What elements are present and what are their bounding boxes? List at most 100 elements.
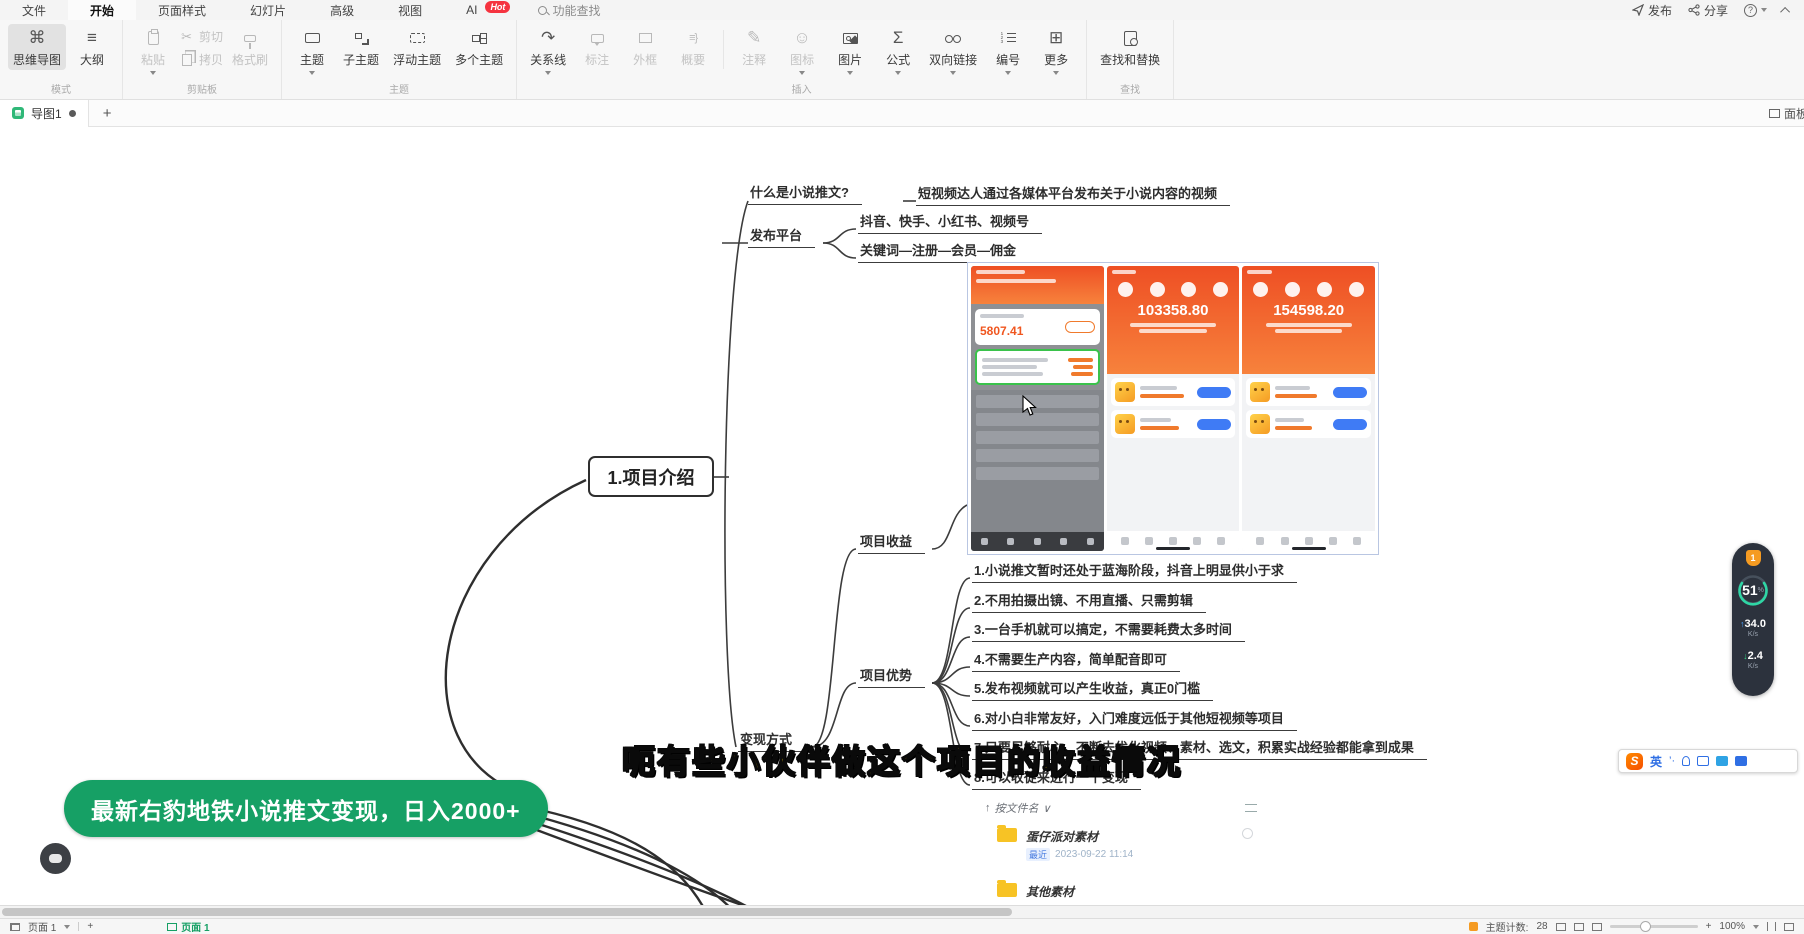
zoom-in-button[interactable]: + [1706,921,1712,932]
node-keyword-flow[interactable]: 关键词—注册—会员—佣金 [858,240,1029,263]
floating-assistant-button[interactable] [40,843,71,874]
ime-language-toggle[interactable]: 英 [1650,753,1662,770]
floating-topic-button[interactable]: 浮动主题 [388,24,446,70]
zoom-knob[interactable] [1640,921,1651,932]
node-publish-platform[interactable]: 发布平台 [748,225,815,248]
more-button[interactable]: ⊞ 更多 [1034,24,1078,77]
phone-middle-balance: 103358.80 [1112,299,1235,321]
node-platform-list[interactable]: 抖音、快手、小红书、视频号 [858,211,1042,234]
menu-slides[interactable]: 幻灯片 [228,0,308,20]
ime-toolbox-icon[interactable] [1735,756,1747,766]
active-page-tab[interactable]: 页面 1 [167,919,209,934]
ime-punctuation-toggle[interactable]: ’· [1669,755,1675,767]
note-button[interactable]: ✎ 注释 [732,24,776,70]
zoom-level[interactable]: 100% [1719,921,1745,932]
mindmap-canvas[interactable]: 1.项目介绍 最新右豹地铁小说推文变现，日入2000+ 什么是小说推文? 短视频… [0,127,1804,905]
page-panel-icon[interactable] [10,923,20,931]
page-caret-icon[interactable] [64,925,70,929]
paper-plane-icon [1632,4,1644,16]
icon-button[interactable]: ☺ 图标 [780,24,824,77]
relation-line-button[interactable]: ↷ 关系线 [525,24,571,77]
callout-button[interactable]: 标注 [575,24,619,70]
numbering-button[interactable]: 编号 [986,24,1030,77]
summary-button[interactable]: ≡} 概要 [671,24,715,70]
ime-keyboard-icon[interactable] [1697,756,1709,766]
group-mode: ⌘ 思维导图 ≡ 大纲 模式 [0,20,123,99]
advantage-item[interactable]: 1.小说推文暂时还处于蓝海阶段，抖音上明显供小于求 [972,560,1297,583]
node-project-intro[interactable]: 1.项目介绍 [588,456,714,497]
ime-toolbar[interactable]: S 英 ’· [1618,749,1798,773]
node-what-is[interactable]: 什么是小说推文? [748,182,862,205]
page-dropdown[interactable]: 页面 1 [28,919,56,934]
ime-mic-icon[interactable] [1682,756,1690,766]
cut-button[interactable]: ✂ 剪切 [179,28,223,45]
menu-home[interactable]: 开始 [68,0,136,20]
sheet-tab-map1[interactable]: 导图1 [0,100,89,127]
mascot-image [1250,414,1270,434]
outline-view-icon[interactable] [1556,923,1566,931]
advantage-item[interactable]: 4.不需要生产内容，简单配音即可 [972,649,1180,672]
mascot-image [1115,414,1135,434]
scrollbar-thumb[interactable] [2,908,1012,916]
advantage-item[interactable]: 2.不用拍摄出镜、不用直播、只需剪辑 [972,590,1206,613]
menu-file[interactable]: 文件 [0,0,68,20]
mindmap-mode-button[interactable]: ⌘ 思维导图 [8,24,66,70]
page-icon [167,923,177,931]
menu-page-style[interactable]: 页面样式 [136,0,228,20]
node-project-advantage[interactable]: 项目优势 [858,665,925,688]
publish-button[interactable]: 发布 [1632,2,1672,19]
topic-button[interactable]: 主题 [290,24,334,77]
add-sheet-button[interactable]: + [89,105,126,122]
link-caret-icon [950,71,956,75]
menu-bar: 文件 开始 页面样式 幻灯片 高级 视图 AI Hot 功能查找 发布 分享 ? [0,0,1804,20]
collapse-bar-icon[interactable] [1784,923,1794,931]
help-icon: ? [1744,4,1757,17]
copy-button[interactable]: 拷贝 [179,51,223,68]
horizontal-scrollbar[interactable] [0,905,1804,918]
topic-count-value: 28 [1536,921,1547,932]
menu-ai[interactable]: AI [444,0,483,20]
group-insert: ↷ 关系线 标注 外框 ≡} 概要 ✎ [517,20,1087,99]
performance-widget[interactable]: 1 51% ↑34.0 K/s ↓2.4 K/s [1732,543,1774,696]
ime-emoji-icon[interactable] [1716,756,1728,766]
sort-label: 按文件名 [995,800,1039,816]
panel-toggle-button[interactable]: 面板 [1765,100,1804,127]
format-painter-icon [240,28,260,48]
image-button[interactable]: 图片 [828,24,872,77]
menu-advanced[interactable]: 高级 [308,0,376,20]
zoom-caret-icon[interactable] [1753,925,1759,929]
advantage-item[interactable]: 6.对小白非常友好，入门难度远低于其他短视频等项目 [972,708,1297,731]
bidirectional-link-button[interactable]: 双向链接 [924,24,982,77]
root-node[interactable]: 最新右豹地铁小说推文变现，日入2000+ [64,780,548,837]
multi-topic-button[interactable]: 多个主题 [450,24,508,70]
boundary-button[interactable]: 外框 [623,24,667,70]
subtopic-icon [351,28,371,48]
feature-search[interactable]: 功能查找 [538,2,600,19]
search-icon [538,6,547,15]
formula-button[interactable]: Σ 公式 [876,24,920,77]
phone-middle-navbar [1107,531,1240,551]
advantage-item[interactable]: 3.一台手机就可以搞定，不需要耗费太多时间 [972,619,1245,642]
fullscreen-icon[interactable] [1767,922,1776,931]
paste-button[interactable]: 粘贴 [131,24,175,77]
group-label-topic: 主题 [290,79,508,99]
node-what-is-answer[interactable]: 短视频达人通过各媒体平台发布关于小说内容的视频 [916,183,1230,206]
outline-mode-button[interactable]: ≡ 大纲 [70,24,114,70]
more-icon: ⊞ [1046,28,1066,48]
radio-icon [1242,828,1253,839]
format-painter-button[interactable]: 格式刷 [227,24,273,70]
advantage-item[interactable]: 5.发布视频就可以产生收益，真正0门槛 [972,678,1213,701]
minimap-icon[interactable] [1574,923,1584,931]
collapse-ribbon-icon[interactable] [1780,6,1790,16]
help-button[interactable]: ? [1744,4,1767,17]
outline-icon: ≡ [82,28,102,48]
subtopic-button[interactable]: 子主题 [338,24,384,70]
share-button[interactable]: 分享 [1688,2,1728,19]
zoom-slider[interactable] [1610,925,1698,928]
add-page-button[interactable]: + [87,921,93,932]
phone-middle: 103358.80 [1107,266,1240,551]
node-project-income[interactable]: 项目收益 [858,531,925,554]
fit-screen-icon[interactable] [1592,923,1602,931]
menu-view[interactable]: 视图 [376,0,444,20]
find-replace-button[interactable]: 查找和替换 [1095,24,1165,70]
